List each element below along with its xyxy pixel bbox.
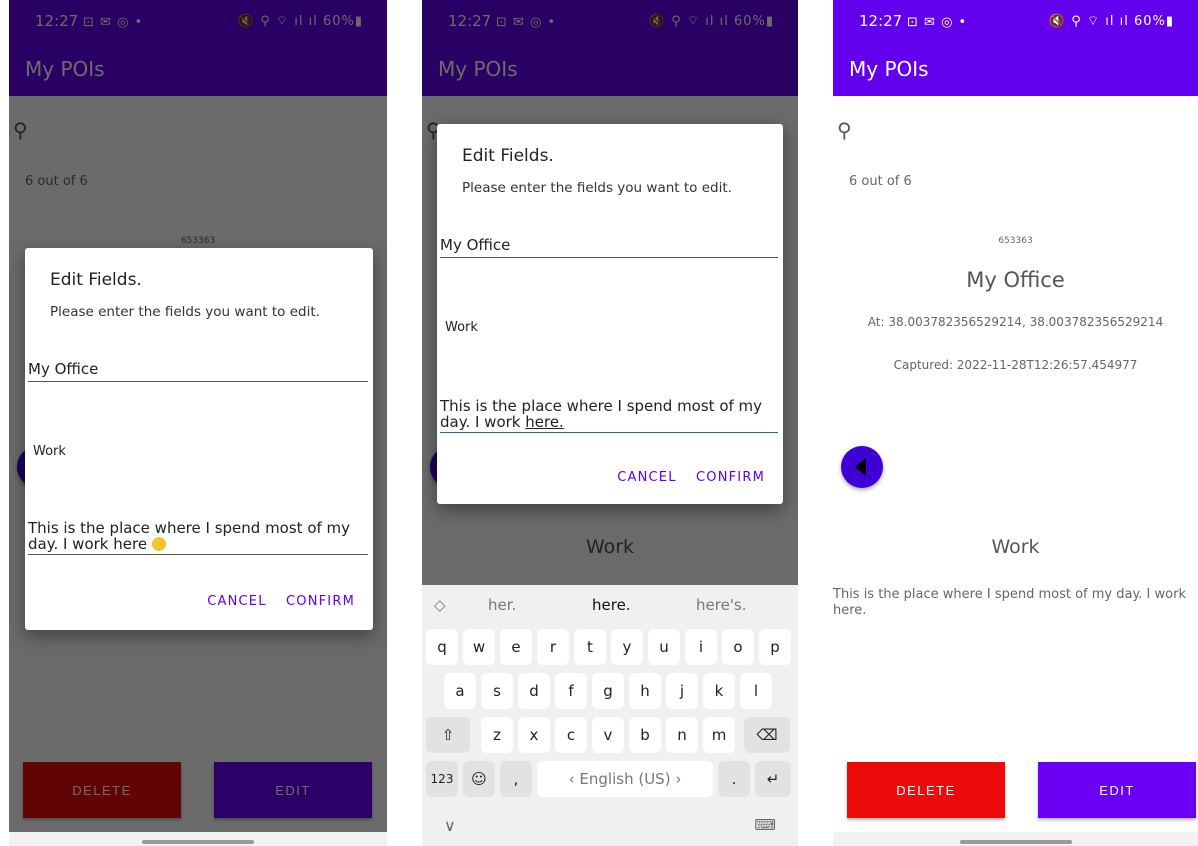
key-t[interactable]: t: [574, 629, 606, 665]
phone-screen-edit-dialog-keyboard: 12:27 ⊡ ✉ ◎ • 🔇 ⚲ ⌔ ıl ıl 60%▮ My POIs ⚲…: [422, 0, 798, 846]
poi-captured: Captured: 2022-11-28T12:26:57.454977: [893, 358, 1138, 372]
key-row-2: a s d f g h j k l: [422, 673, 798, 709]
key-d[interactable]: d: [518, 673, 550, 709]
key-u[interactable]: u: [648, 629, 680, 665]
dialog-message: Please enter the fields you want to edit…: [462, 180, 732, 196]
key-a[interactable]: a: [444, 673, 476, 709]
nav-bar: [9, 832, 387, 846]
cancel-button[interactable]: CANCEL: [617, 470, 676, 485]
key-x[interactable]: x: [518, 717, 550, 753]
key-p[interactable]: p: [759, 629, 791, 665]
key-m[interactable]: m: [703, 717, 735, 753]
triangle-left-icon: [855, 458, 866, 476]
key-n[interactable]: n: [666, 717, 698, 753]
category-field[interactable]: Work: [445, 320, 478, 335]
edit-button[interactable]: EDIT: [1038, 762, 1196, 818]
edit-fields-dialog: Edit Fields. Please enter the fields you…: [437, 124, 783, 504]
key-k[interactable]: k: [703, 673, 735, 709]
search-icon[interactable]: ⚲: [837, 118, 852, 142]
key-i[interactable]: i: [685, 629, 717, 665]
collapse-keyboard-icon[interactable]: ∨: [444, 816, 456, 835]
key-r[interactable]: r: [537, 629, 569, 665]
phone-screen-poi-details: 12:27 ⊡ ✉ ◎ • 🔇 ⚲ ⌔ ıl ıl 60%▮ My POIs ⚲…: [833, 0, 1198, 846]
suggestion-bar: ◇ her. here. here's.: [422, 585, 798, 625]
edit-fields-dialog: Edit Fields. Please enter the fields you…: [25, 248, 373, 630]
poi-description: This is the place where I spend most of …: [833, 587, 1186, 618]
keyboard-nav-bar: ∨ ⌨: [422, 810, 798, 846]
key-j[interactable]: j: [666, 673, 698, 709]
dialog-actions: CANCEL CONFIRM: [603, 470, 765, 485]
period-key[interactable]: .: [718, 761, 750, 797]
key-f[interactable]: f: [555, 673, 587, 709]
app-title: My POIs: [849, 57, 929, 81]
emoji-key[interactable]: ☺: [463, 761, 495, 797]
space-right-arrow: ›: [675, 770, 682, 788]
comma-key[interactable]: ,: [500, 761, 532, 797]
keyboard-switch-icon[interactable]: ⌨: [754, 816, 776, 834]
status-right-icons: 🔇 ⚲ ⌔ ıl ıl 60%▮: [1048, 14, 1174, 29]
nav-bar: [833, 832, 1198, 846]
cancel-button[interactable]: CANCEL: [207, 594, 266, 609]
description-field[interactable]: This is the place where I spend most of …: [440, 398, 778, 433]
space-left-arrow: ‹: [568, 770, 575, 788]
emoji-icon: [151, 537, 166, 551]
dialog-title: Edit Fields.: [50, 270, 142, 290]
poi-id: 653363: [998, 236, 1033, 246]
dialog-title: Edit Fields.: [462, 146, 554, 166]
delete-button[interactable]: DELETE: [847, 762, 1005, 818]
key-s[interactable]: s: [481, 673, 513, 709]
status-bar: 12:27 ⊡ ✉ ◎ • 🔇 ⚲ ⌔ ıl ıl 60%▮: [833, 0, 1198, 42]
composing-word: here.: [525, 413, 564, 431]
key-row-3: ⇧ z x c v b n m ⌫: [422, 717, 798, 753]
confirm-button[interactable]: CONFIRM: [696, 470, 765, 485]
phone-screen-edit-dialog-emoji: 12:27 ⊡ ✉ ◎ • 🔇 ⚲ ⌔ ıl ıl 60%▮ My POIs ⚲…: [9, 0, 387, 846]
category-field[interactable]: Work: [33, 444, 66, 459]
backspace-key[interactable]: ⌫: [744, 717, 790, 753]
previous-poi-button[interactable]: [841, 446, 883, 488]
dialog-message: Please enter the fields you want to edit…: [50, 304, 320, 320]
key-b[interactable]: b: [629, 717, 661, 753]
enter-key[interactable]: ↵: [755, 761, 791, 797]
space-language-label: English (US): [579, 770, 671, 788]
confirm-button[interactable]: CONFIRM: [286, 594, 355, 609]
key-h[interactable]: h: [629, 673, 661, 709]
key-w[interactable]: w: [463, 629, 495, 665]
home-pill[interactable]: [959, 840, 1072, 844]
name-field[interactable]: My Office: [440, 236, 778, 258]
poi-coordinates: At: 38.003782356529214, 38.0037823565292…: [867, 315, 1164, 329]
poi-detail-content: ⚲ 6 out of 6 653363 My Office At: 38.003…: [833, 96, 1198, 846]
poi-count: 6 out of 6: [849, 174, 912, 189]
space-key[interactable]: ‹ English (US) ›: [537, 761, 713, 797]
suggestion-toggle-icon[interactable]: ◇: [434, 596, 446, 614]
status-left-icons: ⊡ ✉ ◎ •: [907, 15, 968, 30]
poi-name: My Office: [966, 268, 1065, 292]
key-v[interactable]: v: [592, 717, 624, 753]
key-z[interactable]: z: [481, 717, 513, 753]
key-row-4: 123 ☺ , ‹ English (US) › . ↵: [422, 761, 798, 797]
key-g[interactable]: g: [592, 673, 624, 709]
description-field[interactable]: This is the place where I spend most of …: [28, 520, 368, 555]
suggestion-1[interactable]: her.: [488, 596, 516, 614]
key-e[interactable]: e: [500, 629, 532, 665]
shift-key[interactable]: ⇧: [426, 717, 470, 753]
key-y[interactable]: y: [611, 629, 643, 665]
name-field[interactable]: My Office: [28, 360, 368, 382]
numbers-key[interactable]: 123: [426, 761, 458, 797]
dialog-actions: CANCEL CONFIRM: [193, 594, 355, 609]
key-q[interactable]: q: [426, 629, 458, 665]
home-pill[interactable]: [142, 840, 254, 844]
description-text: This is the place where I spend most of …: [440, 397, 763, 431]
suggestion-2[interactable]: here.: [592, 596, 631, 614]
status-time: 12:27: [859, 12, 903, 30]
key-c[interactable]: c: [555, 717, 587, 753]
suggestion-3[interactable]: here's.: [696, 596, 747, 614]
soft-keyboard: ◇ her. here. here's. q w e r t y u i o p…: [422, 585, 798, 846]
app-bar: My POIs: [833, 42, 1198, 96]
poi-category: Work: [991, 536, 1040, 558]
description-text: This is the place where I spend most of …: [28, 519, 351, 553]
key-l[interactable]: l: [740, 673, 772, 709]
key-o[interactable]: o: [722, 629, 754, 665]
key-row-1: q w e r t y u i o p: [422, 629, 798, 665]
